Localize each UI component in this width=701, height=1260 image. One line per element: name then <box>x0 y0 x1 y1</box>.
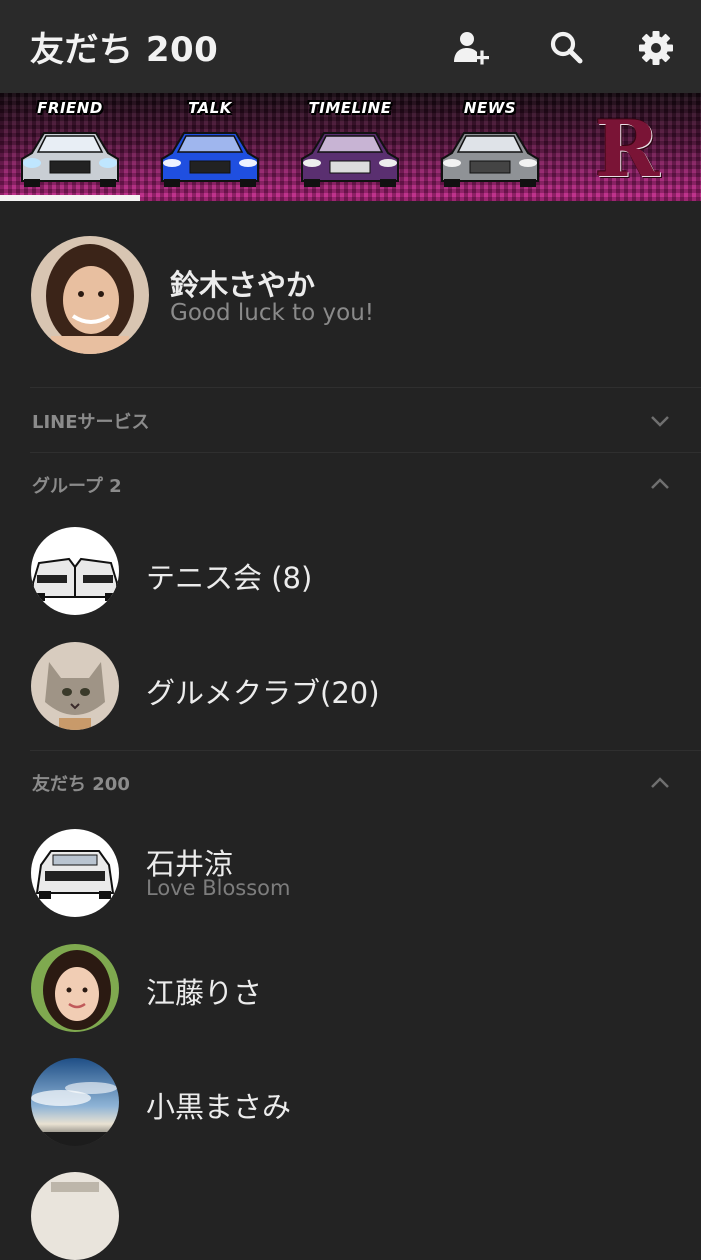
group-name[interactable]: テニス会 (8) <box>146 555 312 597</box>
tab-label: NEWS <box>463 99 517 117</box>
profile-status-message: Good luck to you! <box>170 300 375 326</box>
divider <box>30 387 701 388</box>
search-icon <box>550 31 583 64</box>
divider <box>30 750 701 751</box>
friend-avatar-image <box>31 1172 119 1260</box>
tab-label: TALK <box>188 99 232 117</box>
settings-button[interactable] <box>634 26 678 70</box>
group-avatar[interactable] <box>31 642 119 730</box>
friend-status-message: Love Blossom <box>146 876 291 900</box>
chevron-up-icon[interactable] <box>648 472 672 496</box>
profile-avatar[interactable] <box>31 236 149 354</box>
tab-label: TIMELINE <box>308 99 392 117</box>
settings-icon <box>639 31 673 65</box>
friend-avatar-image <box>31 1058 119 1146</box>
friend-avatar-image <box>31 829 119 917</box>
chevron-down-icon[interactable] <box>648 409 672 433</box>
friend-name[interactable]: 小黒まさみ <box>146 1084 291 1126</box>
friend-avatar[interactable] <box>31 829 119 917</box>
car-icon <box>161 132 259 187</box>
r-logo: R <box>594 104 660 195</box>
friend-avatar[interactable] <box>31 1172 119 1260</box>
car-icon <box>441 132 539 187</box>
group-avatar-image <box>31 642 119 730</box>
divider <box>30 452 701 453</box>
tab-friend[interactable]: FRIEND <box>0 93 140 201</box>
friend-avatar[interactable] <box>31 944 119 1032</box>
section-header-groups[interactable]: グループ 2 <box>32 472 122 498</box>
group-avatar[interactable] <box>31 527 119 615</box>
add-friend-icon <box>454 32 489 65</box>
chevron-up-icon[interactable] <box>648 771 672 795</box>
active-tab-indicator <box>0 195 140 201</box>
group-name[interactable]: グルメクラブ(20) <box>146 670 380 712</box>
add-friend-button[interactable] <box>448 26 492 70</box>
friend-name[interactable]: 江藤りさ <box>146 970 262 1012</box>
group-avatar-image <box>31 527 119 615</box>
avatar-photo <box>31 236 149 354</box>
section-header-line-services[interactable]: LINEサービス <box>32 408 150 434</box>
tab-timeline[interactable]: TIMELINE <box>280 93 420 201</box>
search-button[interactable] <box>544 26 588 70</box>
friend-avatar[interactable] <box>31 1058 119 1146</box>
friend-avatar-image <box>31 944 119 1032</box>
car-icon <box>21 132 119 187</box>
tab-talk[interactable]: TALK <box>140 93 280 201</box>
section-header-friends[interactable]: 友だち 200 <box>32 770 130 796</box>
tab-label: FRIEND <box>37 99 103 117</box>
profile-name[interactable]: 鈴木さやか <box>170 262 315 304</box>
page-title: 友だち 200 <box>30 30 219 70</box>
top-bar: 友だち 200 <box>0 0 701 93</box>
car-icon <box>301 132 399 187</box>
tab-news[interactable]: NEWS <box>420 93 560 201</box>
